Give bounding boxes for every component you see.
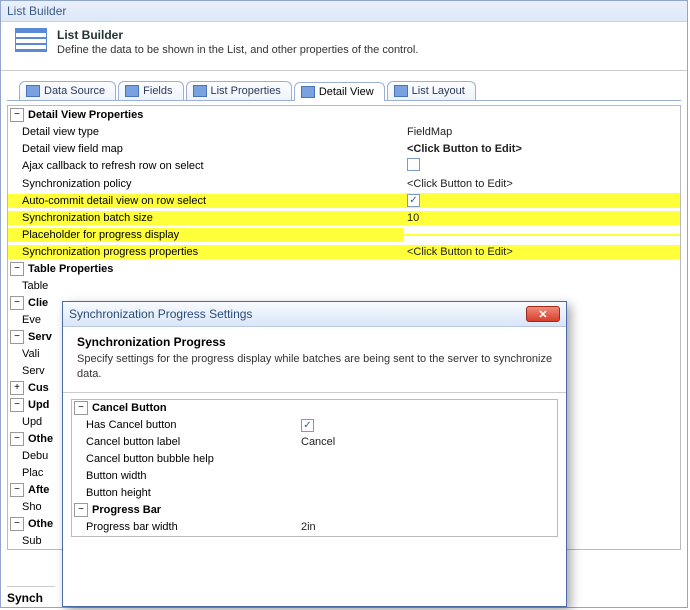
db-icon xyxy=(26,85,40,97)
prop-auto-commit[interactable]: Auto-commit detail view on row select✓ xyxy=(8,192,680,209)
checkbox-checked-icon[interactable]: ✓ xyxy=(407,194,420,207)
header-title: List Builder xyxy=(57,28,418,42)
window-title: List Builder xyxy=(1,1,687,22)
tab-detail-view[interactable]: Detail View xyxy=(294,82,385,101)
close-icon: ✕ xyxy=(538,308,547,321)
footer-truncated: Synch xyxy=(7,586,55,605)
category-cancel-button: Cancel Button xyxy=(92,401,167,415)
prop-table[interactable]: Table xyxy=(8,277,680,294)
close-button[interactable]: ✕ xyxy=(526,306,560,322)
tab-data-source[interactable]: Data Source xyxy=(19,81,116,100)
prop-batch-size[interactable]: Synchronization batch size10 xyxy=(8,209,680,226)
prop-sync-progress[interactable]: Synchronization progress properties<Clic… xyxy=(8,243,680,260)
header-subtitle: Define the data to be shown in the List,… xyxy=(57,44,418,56)
collapse-icon[interactable]: − xyxy=(10,517,24,531)
tab-list-properties[interactable]: List Properties xyxy=(186,81,292,100)
collapse-icon[interactable]: − xyxy=(10,296,24,310)
category-update: Upd xyxy=(28,398,49,412)
prop-ajax-callback[interactable]: Ajax callback to refresh row on select xyxy=(8,157,680,175)
category-other-1: Othe xyxy=(28,432,53,446)
category-other-2: Othe xyxy=(28,517,53,531)
collapse-icon[interactable]: − xyxy=(74,401,88,415)
expand-icon[interactable]: + xyxy=(10,381,24,395)
category-progress-bar: Progress Bar xyxy=(92,503,161,517)
prop-cancel-bubble[interactable]: Cancel button bubble help xyxy=(72,451,557,468)
listbuilder-icon xyxy=(15,28,47,52)
collapse-icon[interactable]: − xyxy=(74,503,88,517)
collapse-icon[interactable]: − xyxy=(10,432,24,446)
dialog-property-grid: −Cancel Button Has Cancel button✓ Cancel… xyxy=(71,399,558,537)
prop-placeholder[interactable]: Placeholder for progress display xyxy=(8,226,680,243)
category-server: Serv xyxy=(28,330,52,344)
prop-sync-policy[interactable]: Synchronization policy<Click Button to E… xyxy=(8,175,680,192)
prop-cancel-label[interactable]: Cancel button labelCancel xyxy=(72,434,557,451)
sync-progress-dialog: Synchronization Progress Settings ✕ Sync… xyxy=(62,301,567,607)
category-after: Afte xyxy=(28,483,49,497)
category-custom: Cus xyxy=(28,381,49,395)
props-icon xyxy=(193,85,207,97)
detail-icon xyxy=(301,86,315,98)
tab-fields[interactable]: Fields xyxy=(118,81,183,100)
header: List Builder Define the data to be shown… xyxy=(1,22,687,71)
dialog-title: Synchronization Progress Settings xyxy=(69,307,252,321)
prop-has-cancel[interactable]: Has Cancel button✓ xyxy=(72,417,557,434)
prop-button-height[interactable]: Button height xyxy=(72,485,557,502)
collapse-icon[interactable]: − xyxy=(10,398,24,412)
collapse-icon[interactable]: − xyxy=(10,262,24,276)
dialog-heading: Synchronization Progress xyxy=(77,335,554,349)
tab-list-layout[interactable]: List Layout xyxy=(387,81,476,100)
checkbox-checked-icon[interactable]: ✓ xyxy=(301,419,314,432)
prop-progress-width[interactable]: Progress bar width2in xyxy=(72,519,557,536)
checkbox-icon[interactable] xyxy=(407,158,420,171)
fields-icon xyxy=(125,85,139,97)
prop-detail-view-type[interactable]: Detail view typeFieldMap xyxy=(8,123,680,140)
tabstrip: Data Source Fields List Properties Detai… xyxy=(1,71,687,100)
prop-field-map[interactable]: Detail view field map<Click Button to Ed… xyxy=(8,140,680,157)
layout-icon xyxy=(394,85,408,97)
category-detail-view: Detail View Properties xyxy=(28,108,143,122)
category-client: Clie xyxy=(28,296,48,310)
dialog-subheading: Specify settings for the progress displa… xyxy=(77,352,554,382)
prop-button-width[interactable]: Button width xyxy=(72,468,557,485)
category-table: Table Properties xyxy=(28,262,113,276)
collapse-icon[interactable]: − xyxy=(10,330,24,344)
collapse-icon[interactable]: − xyxy=(10,108,24,122)
collapse-icon[interactable]: − xyxy=(10,483,24,497)
